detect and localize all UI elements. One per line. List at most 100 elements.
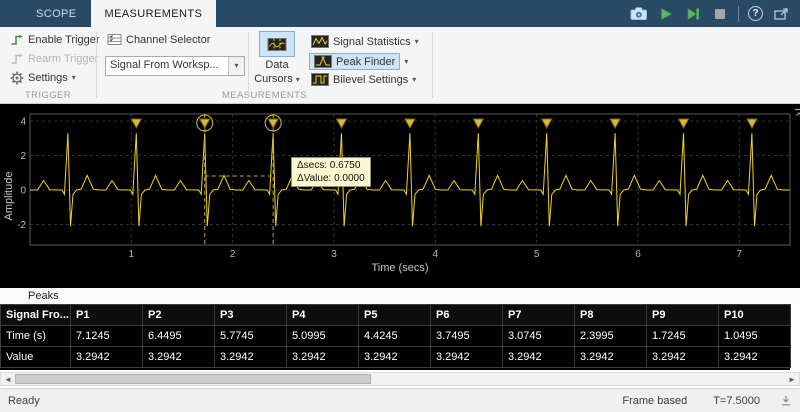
rearm-trigger-label: Rearm Trigger: [28, 53, 98, 65]
scrollbar-track[interactable]: [15, 373, 785, 385]
toolstrip-tab-bar: SCOPE MEASUREMENTS: [0, 0, 800, 27]
peaks-col-p7[interactable]: P7: [503, 305, 575, 326]
peaks-panel-header: Peaks: [0, 288, 800, 304]
stop-icon: [713, 7, 727, 21]
peaks-col-p6[interactable]: P6: [431, 305, 503, 326]
peak-marker[interactable]: [268, 119, 278, 128]
peak-marker[interactable]: [679, 119, 689, 128]
peaks-cell: 3.2942: [503, 347, 575, 368]
cursor-delta-value: ΔValue: 0.0000: [297, 172, 365, 185]
peak-marker[interactable]: [131, 119, 141, 128]
enable-trigger-label: Enable Trigger: [28, 34, 100, 46]
step-forward-icon: [686, 7, 700, 21]
scroll-right-icon[interactable]: ►: [785, 373, 799, 385]
tab-scope[interactable]: SCOPE: [22, 0, 91, 27]
trigger-settings-label: Settings: [28, 72, 68, 84]
peak-marker[interactable]: [473, 119, 483, 128]
peaks-cell: 3.2942: [215, 347, 287, 368]
peaks-row-label: Time (s): [1, 326, 71, 347]
ecg-signal-line: [30, 133, 790, 226]
y-axis-label: Amplitude: [3, 161, 15, 231]
peak-finder-toggle[interactable]: Peak Finder: [309, 53, 400, 70]
peaks-cell: 3.2942: [719, 347, 791, 368]
source-select-value: Signal From Worksp...: [106, 57, 228, 75]
run-button[interactable]: [657, 5, 675, 23]
peaks-col-p9[interactable]: P9: [647, 305, 719, 326]
section-divider: [432, 32, 433, 98]
peak-marker[interactable]: [337, 119, 347, 128]
signal-statistics-label: Signal Statistics: [333, 36, 411, 48]
channel-selector-icon: [107, 33, 122, 46]
x-axis-label: Time (secs): [0, 262, 800, 274]
x-tick-label: 5: [534, 249, 540, 260]
peaks-cell: 3.2942: [71, 347, 143, 368]
y-tick-label: 0: [20, 186, 26, 197]
source-select[interactable]: Signal From Worksp... ▾: [105, 56, 245, 76]
peaks-cell: 4.4245: [359, 326, 431, 347]
peak-marker[interactable]: [200, 119, 210, 128]
peaks-col-signal[interactable]: Signal Fro...: [1, 305, 71, 326]
chevron-down-icon: ▾: [415, 38, 419, 46]
scope-display[interactable]: 1234567420-2 Amplitude Time (secs) Δsecs…: [0, 104, 800, 288]
measurements-section-label: MEASUREMENTS: [97, 90, 432, 101]
data-cursors-button[interactable]: Data Cursors ▾: [249, 31, 305, 85]
chevron-down-icon: ▾: [72, 74, 76, 82]
stop-button[interactable]: [711, 5, 729, 23]
x-tick-label: 2: [230, 249, 236, 260]
step-forward-button[interactable]: [684, 5, 702, 23]
enable-trigger-button[interactable]: Enable Trigger: [8, 32, 102, 48]
cursor-readout[interactable]: Δsecs: 0.6750 ΔValue: 0.0000: [291, 157, 371, 187]
peaks-col-p10[interactable]: P10: [719, 305, 791, 326]
peak-finder-button[interactable]: Peak Finder ▾: [309, 53, 408, 70]
y-tick-label: 2: [20, 151, 26, 162]
bilevel-settings-button[interactable]: Bilevel Settings ▾: [309, 72, 418, 87]
scrollbar-thumb[interactable]: [15, 374, 371, 384]
peaks-col-p1[interactable]: P1: [71, 305, 143, 326]
peak-marker[interactable]: [542, 119, 552, 128]
data-cursors-toggle[interactable]: [259, 31, 295, 57]
chevron-down-icon[interactable]: ▾: [228, 57, 244, 75]
trigger-section-label: TRIGGER: [0, 90, 96, 101]
scope-window: SCOPE MEASUREMENTS: [0, 0, 800, 412]
peaks-col-p8[interactable]: P8: [575, 305, 647, 326]
x-tick-label: 4: [433, 249, 439, 260]
trigger-settings-button[interactable]: Settings ▾: [8, 70, 78, 86]
peaks-col-p4[interactable]: P4: [287, 305, 359, 326]
help-button[interactable]: ?: [748, 6, 763, 21]
peaks-cell: 3.2942: [287, 347, 359, 368]
peak-marker[interactable]: [405, 119, 415, 128]
enable-trigger-icon: [10, 33, 24, 47]
section-divider: [248, 32, 249, 98]
status-text: Ready: [8, 395, 622, 407]
toolbar-divider: [738, 6, 739, 22]
dock-bottom-icon[interactable]: [780, 395, 792, 407]
peaks-table-container: Signal Fro...P1P2P3P4P5P6P7P8P9P10 Time (…: [0, 304, 790, 370]
cursor-delta-time: Δsecs: 0.6750: [297, 159, 365, 172]
gear-icon: [10, 71, 24, 85]
tab-measurements[interactable]: MEASUREMENTS: [91, 0, 217, 27]
x-tick-label: 3: [331, 249, 337, 260]
peak-finder-label: Peak Finder: [336, 56, 395, 68]
peaks-col-p2[interactable]: P2: [143, 305, 215, 326]
run-icon: [659, 7, 673, 21]
tab-measurements-label: MEASUREMENTS: [105, 8, 203, 20]
measurements-ribbon: Enable Trigger Rearm Trigger: [0, 27, 800, 104]
dock-icon: [773, 7, 789, 21]
horizontal-scrollbar[interactable]: ◄ ►: [0, 372, 800, 386]
peaks-cell: 3.2942: [431, 347, 503, 368]
peak-marker[interactable]: [747, 119, 757, 128]
y-tick-label: 4: [20, 117, 26, 128]
peaks-col-p5[interactable]: P5: [359, 305, 431, 326]
signal-statistics-button[interactable]: Signal Statistics ▾: [309, 34, 421, 49]
scroll-left-icon[interactable]: ◄: [1, 373, 15, 385]
peak-marker[interactable]: [610, 119, 620, 128]
measurements-section: Channel Selector Signal From Worksp... ▾…: [97, 27, 432, 103]
channel-selector-button[interactable]: Channel Selector: [105, 32, 212, 47]
data-cursors-icon: [267, 37, 287, 52]
rearm-trigger-button[interactable]: Rearm Trigger: [8, 51, 100, 67]
table-row: Value3.29423.29423.29423.29423.29423.294…: [1, 347, 791, 368]
snapshot-button[interactable]: [630, 5, 648, 23]
data-cursors-label-2: Cursors ▾: [249, 73, 305, 85]
peaks-col-p3[interactable]: P3: [215, 305, 287, 326]
dock-button[interactable]: [772, 5, 790, 23]
